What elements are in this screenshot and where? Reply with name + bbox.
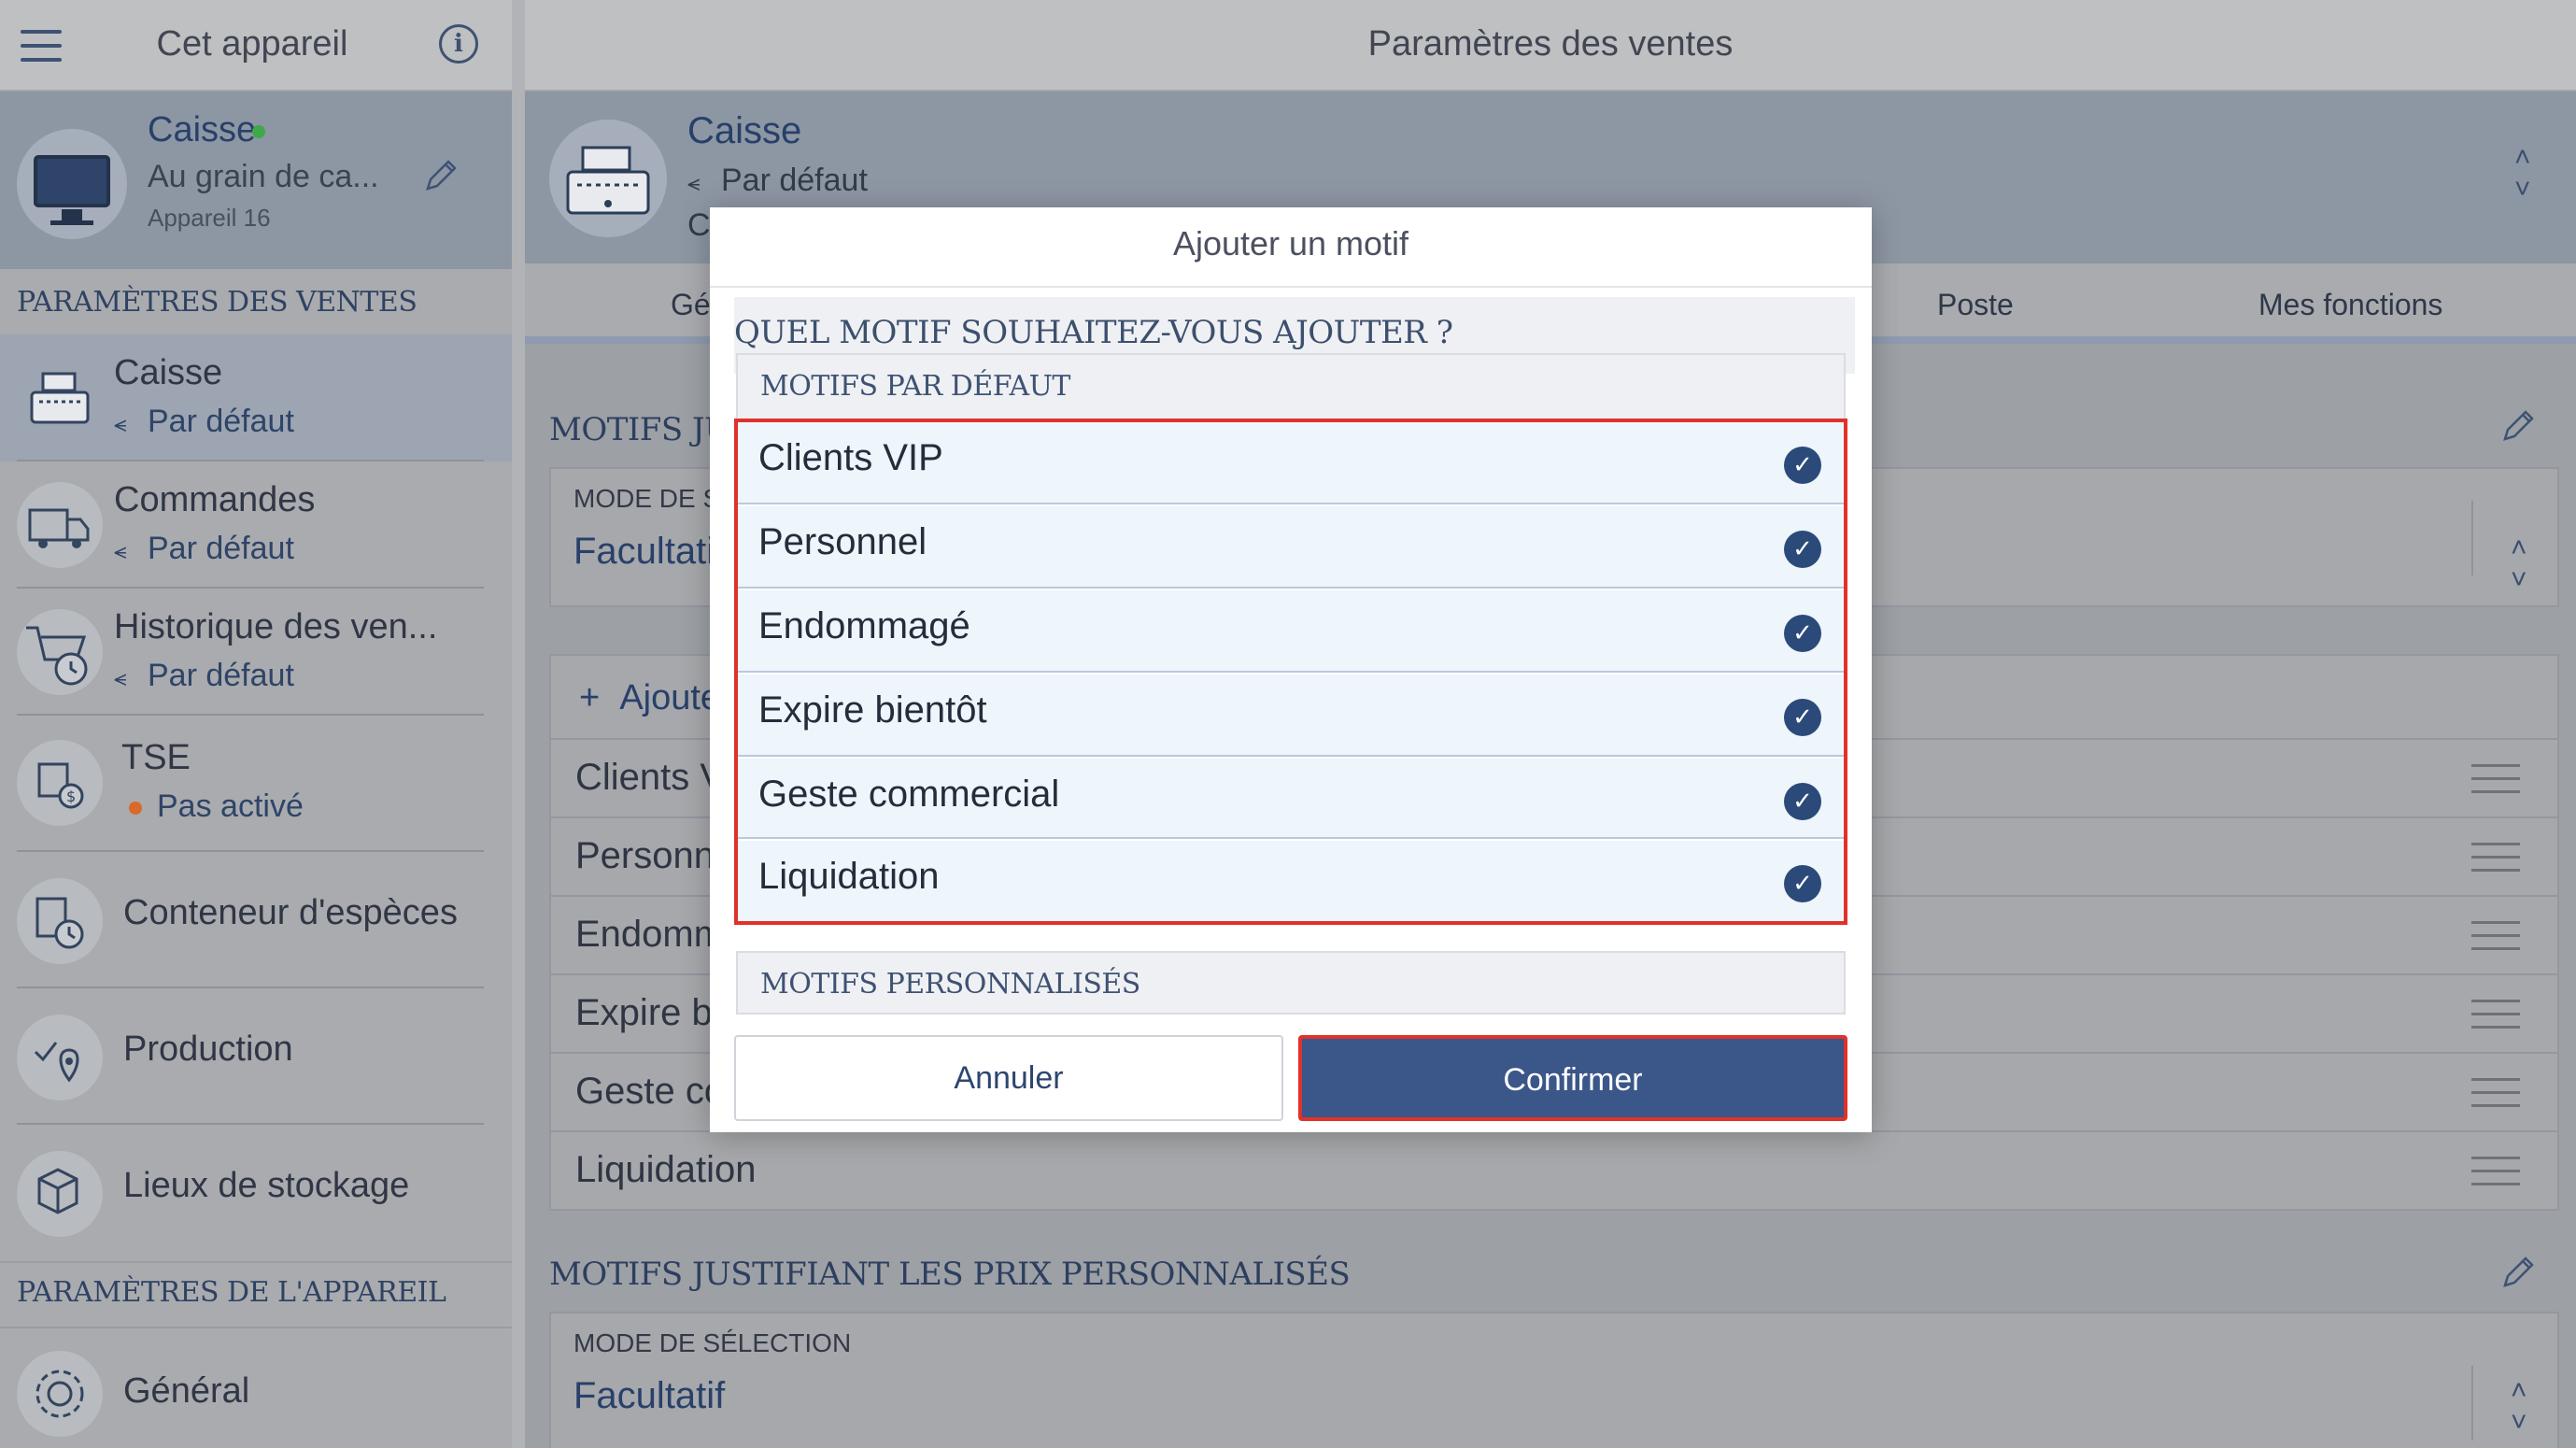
sales-history-icon (17, 609, 103, 695)
sidebar-item-label: Commandes (114, 480, 316, 519)
share-icon: ⪪ (114, 539, 127, 564)
selection-mode-stepper-icon[interactable]: ˄ ˅ (2511, 532, 2527, 596)
drag-handle-icon[interactable] (2471, 764, 2520, 803)
sidebar-item-historique[interactable]: Historique des ven... ⪪ Par défaut (0, 589, 512, 716)
selection-mode-value: Facultatif (573, 1375, 726, 1416)
sidebar-item-label: Général (123, 1371, 250, 1411)
delivery-truck-icon (17, 482, 103, 568)
add-motif-dialog: Ajouter un motif QUEL MOTIF SOUHAITEZ-VO… (710, 207, 1872, 1132)
sidebar-title: Cet appareil (156, 24, 348, 64)
section-title-prix-personnalises: MOTIFS JUSTIFIANT LES PRIX PERSONNALISÉS (549, 1256, 1351, 1293)
selection-mode-box[interactable]: MODE DE SÉLECTION Facultatif ˄ ˅ (549, 1312, 2559, 1448)
sidebar-item-sub: ⪪ Par défaut (114, 404, 294, 439)
sidebar-item-sub: ⪪ Par défaut (114, 531, 294, 566)
info-icon[interactable]: i (439, 24, 478, 64)
computer-icon (17, 129, 127, 239)
gear-icon (17, 1351, 103, 1437)
sidebar-item-production[interactable]: Production (0, 988, 512, 1125)
sidebar-item-label: Caisse (114, 353, 223, 392)
selection-mode-stepper-icon[interactable]: ˄ ˅ (2511, 1375, 2527, 1439)
list-item-label: Geste co (575, 1071, 726, 1112)
production-icon (17, 1015, 103, 1100)
selection-mode-label: MODE DE SÉLECTION (573, 1328, 852, 1357)
sidebar-item-caisse[interactable]: Caisse ⪪ Par défaut (0, 334, 512, 461)
sidebar-item-sub: ⪪ Par défaut (114, 658, 294, 693)
inactive-status-dot (129, 802, 142, 816)
sidebar-item-general[interactable]: Général (0, 1330, 512, 1448)
selection-mode-value: Facultati (573, 531, 715, 572)
drag-handle-icon[interactable] (2471, 843, 2520, 882)
device-name: Caisse (148, 110, 257, 149)
sidebar-item-commandes[interactable]: Commandes ⪪ Par défaut (0, 461, 512, 589)
dialog-title: Ajouter un motif (1172, 224, 1409, 263)
sidebar-item-label: TSE (121, 738, 191, 777)
drag-handle-icon[interactable] (2471, 1078, 2520, 1117)
tab-general[interactable]: Gé (671, 288, 711, 322)
cash-register-icon (549, 120, 667, 237)
sidebar-item-status: Pas activé (129, 788, 304, 825)
list-item-label: Personn (575, 835, 715, 876)
sidebar-item-label: Production (123, 1029, 293, 1069)
drag-handle-icon[interactable] (2471, 1157, 2520, 1196)
drag-handle-icon[interactable] (2471, 921, 2520, 960)
section-device-settings: PARAMÈTRES DE L'APPAREIL (17, 1276, 446, 1309)
section-title-motifs: MOTIFS JU (549, 411, 731, 448)
group-default-motifs: MOTIFS PAR DÉFAUT (736, 353, 1846, 420)
menu-icon[interactable] (21, 30, 62, 62)
edit-section-icon[interactable] (2499, 407, 2537, 445)
share-icon: ⪪ (687, 171, 701, 196)
confirm-button[interactable]: Confirmer (1298, 1035, 1847, 1121)
sidebar-header: Cet appareil i (0, 0, 512, 92)
page-title: Paramètres des ventes (1367, 24, 1734, 64)
tab-mes-fonctions[interactable]: Mes fonctions (2258, 288, 2442, 322)
cash-container-icon (17, 878, 103, 964)
drag-handle-icon[interactable] (2471, 1000, 2520, 1039)
main-header: Paramètres des ventes (525, 0, 2576, 92)
tab-poste[interactable]: Poste (1937, 288, 2014, 322)
svg-text:$: $ (66, 788, 76, 805)
sidebar-item-conteneur-especes[interactable]: Conteneur d'espèces (0, 852, 512, 988)
sidebar: Cet appareil i Caisse Au grain de ca... … (0, 0, 512, 1448)
list-item-label: Expire b (575, 992, 713, 1033)
share-icon: ⪪ (114, 666, 127, 691)
cancel-button[interactable]: Annuler (734, 1035, 1283, 1121)
device-meta: Appareil 16 (148, 204, 271, 232)
sidebar-item-lieux-stockage[interactable]: Lieux de stockage (0, 1125, 512, 1261)
edit-section-icon[interactable] (2499, 1254, 2537, 1291)
selection-highlight (734, 419, 1847, 925)
add-motif-label: + Ajoute (579, 678, 721, 717)
sidebar-item-tse[interactable]: $ TSE Pas activé (0, 716, 512, 852)
sidebar-item-label: Conteneur d'espèces (123, 893, 458, 932)
main-card-sub: ⪪ Par défaut (687, 163, 868, 198)
list-item[interactable]: Liquidation (549, 1132, 2559, 1211)
tse-icon: $ (17, 740, 103, 826)
main-card-title: Caisse (687, 110, 802, 151)
sidebar-item-label: Lieux de stockage (123, 1166, 410, 1205)
expand-collapse-icon[interactable]: ˄ ˅ (2514, 142, 2531, 206)
group-custom-motifs: MOTIFS PERSONNALISÉS (736, 951, 1846, 1015)
panel-divider (512, 0, 525, 1448)
section-sales-settings: PARAMÈTRES DES VENTES (17, 286, 418, 319)
sidebar-item-label: Historique des ven... (114, 607, 438, 646)
list-item-label: Endomm (575, 914, 726, 955)
cash-register-icon (17, 355, 103, 441)
list-item-label: Liquidation (575, 1149, 757, 1190)
device-location: Au grain de ca... (148, 159, 379, 194)
list-item-label: Clients V (575, 757, 726, 798)
plus-icon: + (579, 678, 620, 717)
edit-device-icon[interactable] (422, 157, 460, 194)
share-icon: ⪪ (114, 412, 127, 437)
storage-location-icon (17, 1151, 103, 1237)
online-status-dot (252, 125, 265, 138)
